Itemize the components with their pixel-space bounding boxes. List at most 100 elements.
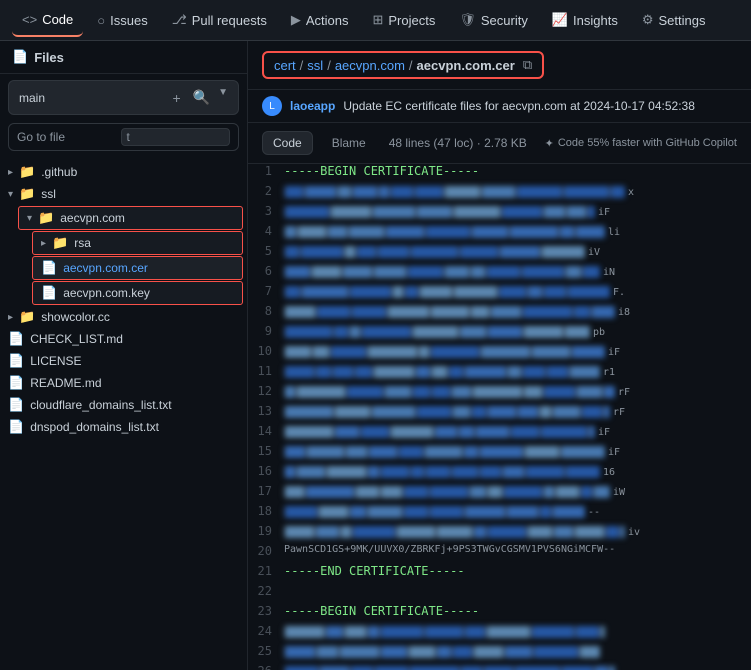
nav-actions[interactable]: ▶ Actions — [281, 4, 359, 36]
code-line: 1616 — [248, 464, 751, 484]
code-line: 24 — [248, 624, 751, 644]
line-content: li — [284, 224, 751, 238]
blurred-content — [284, 466, 599, 478]
copilot-text: Code 55% faster with GitHub Copilot — [558, 137, 737, 149]
nav-settings[interactable]: ⚙ Settings — [632, 4, 716, 36]
tree-item-label: aecvpn.com.cer — [63, 261, 148, 275]
line-content: iF — [284, 344, 751, 358]
projects-icon: ⊞ — [372, 12, 383, 28]
line-content: x — [284, 184, 751, 198]
folder-icon: 📁 — [19, 309, 35, 325]
code-line: 6iN — [248, 264, 751, 284]
tab-code[interactable]: Code — [262, 131, 313, 155]
copilot-badge[interactable]: ✦ Code 55% faster with GitHub Copilot — [545, 137, 737, 150]
nav-insights[interactable]: 📈 Insights — [542, 4, 628, 36]
line-number: 22 — [248, 584, 284, 598]
file-icon: 📄 — [41, 260, 57, 276]
security-icon: 🛡 — [459, 12, 476, 28]
insights-icon: 📈 — [552, 12, 568, 28]
code-line: 17iW — [248, 484, 751, 504]
commit-author[interactable]: laoeapp — [290, 99, 335, 113]
tree-item-LICENSE[interactable]: 📄LICENSE — [0, 350, 247, 372]
code-line: 2x — [248, 184, 751, 204]
tree-item-label: README.md — [30, 376, 101, 390]
search-file-button[interactable]: 🔍 — [189, 87, 214, 108]
blurred-content — [284, 246, 584, 258]
code-line: 3iF — [248, 204, 751, 224]
nav-code[interactable]: <> Code — [12, 4, 83, 37]
tree-item-dnspod_domains_list-txt[interactable]: 📄dnspod_domains_list.txt — [0, 416, 247, 438]
tree-item-README-md[interactable]: 📄 README.md — [0, 372, 247, 394]
tree-item-aecvpn-com-cer[interactable]: 📄 aecvpn.com.cer — [32, 256, 243, 280]
breadcrumb-ssl[interactable]: ssl — [307, 58, 323, 73]
tree-item-ssl[interactable]: ▾ 📁ssl — [0, 183, 247, 205]
line-content: -----BEGIN CERTIFICATE----- — [284, 604, 751, 618]
go-to-file-search[interactable]: Go to file t — [8, 123, 239, 151]
tree-item-label: cloudflare_domains_list.txt — [30, 398, 171, 412]
blurred-content — [284, 446, 604, 458]
line-number: 23 — [248, 604, 284, 618]
line-number: 5 — [248, 244, 284, 258]
nav-security[interactable]: 🛡 Security — [449, 4, 537, 36]
line-content: 16 — [284, 464, 751, 478]
top-nav: <> Code ○ Issues ⎇ Pull requests ▶ Actio… — [0, 0, 751, 41]
nav-pull-requests[interactable]: ⎇ Pull requests — [162, 4, 277, 36]
chevron-icon: ▸ — [8, 312, 13, 323]
blurred-content — [284, 186, 624, 198]
blurred-content — [284, 406, 609, 418]
code-line: 9pb — [248, 324, 751, 344]
chevron-icon: ▸ — [8, 167, 13, 178]
chevron-icon: ▸ — [41, 238, 46, 249]
code-line: 18-- — [248, 504, 751, 524]
tree-item--github[interactable]: ▸ 📁.github — [0, 161, 247, 183]
line-number: 4 — [248, 224, 284, 238]
avatar: L — [262, 96, 282, 116]
tree-item-showcolor-cc[interactable]: ▸ 📁showcolor.cc — [0, 306, 247, 328]
code-line: 14iF — [248, 424, 751, 444]
file-icon: 📄 — [8, 353, 24, 369]
tree-item-rsa[interactable]: ▸ 📁rsa — [32, 231, 243, 255]
branch-selector[interactable]: main + 🔍 ▼ — [8, 80, 239, 115]
content-area: cert / ssl / aecvpn.com / aecvpn.com.cer… — [248, 41, 751, 670]
blurred-content — [284, 666, 614, 670]
line-number: 11 — [248, 364, 284, 378]
tree-item-label: rsa — [74, 236, 91, 250]
commit-message: Update EC certificate files for aecvpn.c… — [343, 99, 695, 113]
line-number: 9 — [248, 324, 284, 338]
blurred-content — [284, 226, 604, 238]
line-content: iv — [284, 524, 751, 538]
code-line: 8i8 — [248, 304, 751, 324]
tab-blame[interactable]: Blame — [321, 131, 377, 155]
line-number: 25 — [248, 644, 284, 658]
file-icon: 📄 — [8, 375, 24, 391]
tree-item-label: ssl — [41, 187, 56, 201]
folder-icon: 📁 — [19, 186, 35, 202]
blurred-content — [284, 426, 594, 438]
add-file-button[interactable]: + — [168, 87, 184, 108]
blurred-content — [284, 306, 614, 318]
breadcrumb-cert[interactable]: cert — [274, 58, 296, 73]
line-content: iW — [284, 484, 751, 498]
tree-item-aecvpn-com[interactable]: ▾ 📁aecvpn.com — [18, 206, 243, 230]
code-line: 23-----BEGIN CERTIFICATE----- — [248, 604, 751, 624]
line-number: 14 — [248, 424, 284, 438]
tree-item-cloudflare_domains_list-txt[interactable]: 📄cloudflare_domains_list.txt — [0, 394, 247, 416]
nav-issues[interactable]: ○ Issues — [87, 5, 157, 36]
files-icon: 📄 — [12, 49, 28, 65]
line-number: 21 — [248, 564, 284, 578]
tree-item-CHECK_LIST-md[interactable]: 📄CHECK_LIST.md — [0, 328, 247, 350]
code-line: 25 — [248, 644, 751, 664]
line-content: iF — [284, 444, 751, 458]
code-viewer[interactable]: 1-----BEGIN CERTIFICATE-----2x3iF4li5iV6… — [248, 164, 751, 670]
copy-path-button[interactable]: ⧉ — [523, 57, 532, 73]
line-number: 15 — [248, 444, 284, 458]
file-icon: 📄 — [8, 419, 24, 435]
branch-actions: + 🔍 ▼ — [168, 87, 228, 108]
blurred-content — [284, 626, 604, 638]
breadcrumb-aecvpn-com[interactable]: aecvpn.com — [335, 58, 405, 73]
code-toolbar: Code Blame 48 lines (47 loc) · 2.78 KB ✦… — [248, 123, 751, 164]
nav-projects[interactable]: ⊞ Projects — [362, 4, 445, 36]
code-line: 5iV — [248, 244, 751, 264]
blurred-content — [284, 206, 594, 218]
tree-item-aecvpn-com-key[interactable]: 📄aecvpn.com.key — [32, 281, 243, 305]
